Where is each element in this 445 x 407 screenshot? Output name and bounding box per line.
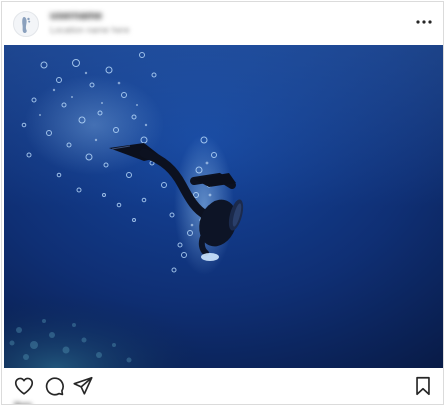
- comment-icon: [45, 377, 64, 396]
- bookmark-icon: [416, 376, 430, 396]
- more-options-button[interactable]: [413, 11, 435, 33]
- share-button[interactable]: [72, 375, 94, 397]
- heart-icon: [14, 377, 34, 395]
- paper-plane-icon: [73, 376, 93, 395]
- save-button[interactable]: [412, 375, 434, 397]
- more-horizontal-icon: [416, 20, 432, 24]
- comment-button[interactable]: [43, 375, 65, 397]
- post-username[interactable]: username: [50, 10, 110, 22]
- footprint-icon: [22, 17, 31, 34]
- post-header: username Location name here: [2, 2, 443, 44]
- instagram-post: username Location name here: [1, 1, 444, 405]
- post-actions: [2, 372, 443, 400]
- like-button[interactable]: [13, 375, 35, 397]
- avatar[interactable]: [13, 11, 39, 37]
- post-photo[interactable]: [4, 45, 443, 368]
- diver-photo-illustration: [4, 45, 443, 368]
- post-location[interactable]: Location name here: [50, 25, 140, 36]
- likes-count[interactable]: likes: [14, 401, 54, 404]
